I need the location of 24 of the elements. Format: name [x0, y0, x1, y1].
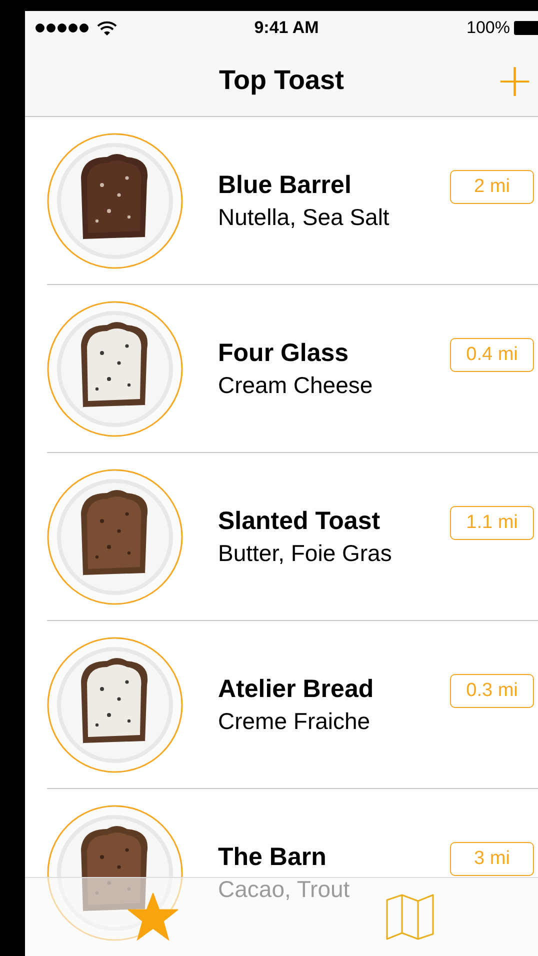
place-name: Four Glass	[218, 338, 350, 368]
toppings-text: Cream Cheese	[218, 372, 374, 398]
battery-percent: 100%	[466, 18, 510, 38]
battery-icon	[514, 21, 538, 35]
toppings-text: Butter, Foie Gras	[218, 540, 393, 566]
signal-icon	[35, 23, 89, 33]
toppings-text: Cacao, Trout	[218, 876, 351, 902]
nav-title: Top Toast	[219, 65, 344, 96]
distance-badge: 1.1 mi	[450, 506, 534, 540]
place-name: The Barn	[218, 842, 328, 872]
toppings-text: Nutella, Sea Salt	[218, 204, 390, 230]
distance-badge: 3 mi	[450, 842, 534, 876]
status-time: 9:41 AM	[254, 18, 319, 38]
distance-badge: 2 mi	[450, 170, 534, 204]
distance-badge: 0.3 mi	[450, 674, 534, 708]
place-name: Slanted Toast	[218, 506, 382, 536]
place-name: Blue Barrel	[218, 170, 352, 200]
toppings-text: Creme Fraiche	[218, 708, 372, 734]
distance-badge: 0.4 mi	[450, 338, 534, 372]
place-name: Atelier Bread	[218, 674, 375, 704]
star-icon	[128, 893, 178, 941]
map-icon	[384, 894, 435, 940]
add-button[interactable]: +	[491, 57, 538, 103]
wifi-icon	[97, 20, 117, 36]
